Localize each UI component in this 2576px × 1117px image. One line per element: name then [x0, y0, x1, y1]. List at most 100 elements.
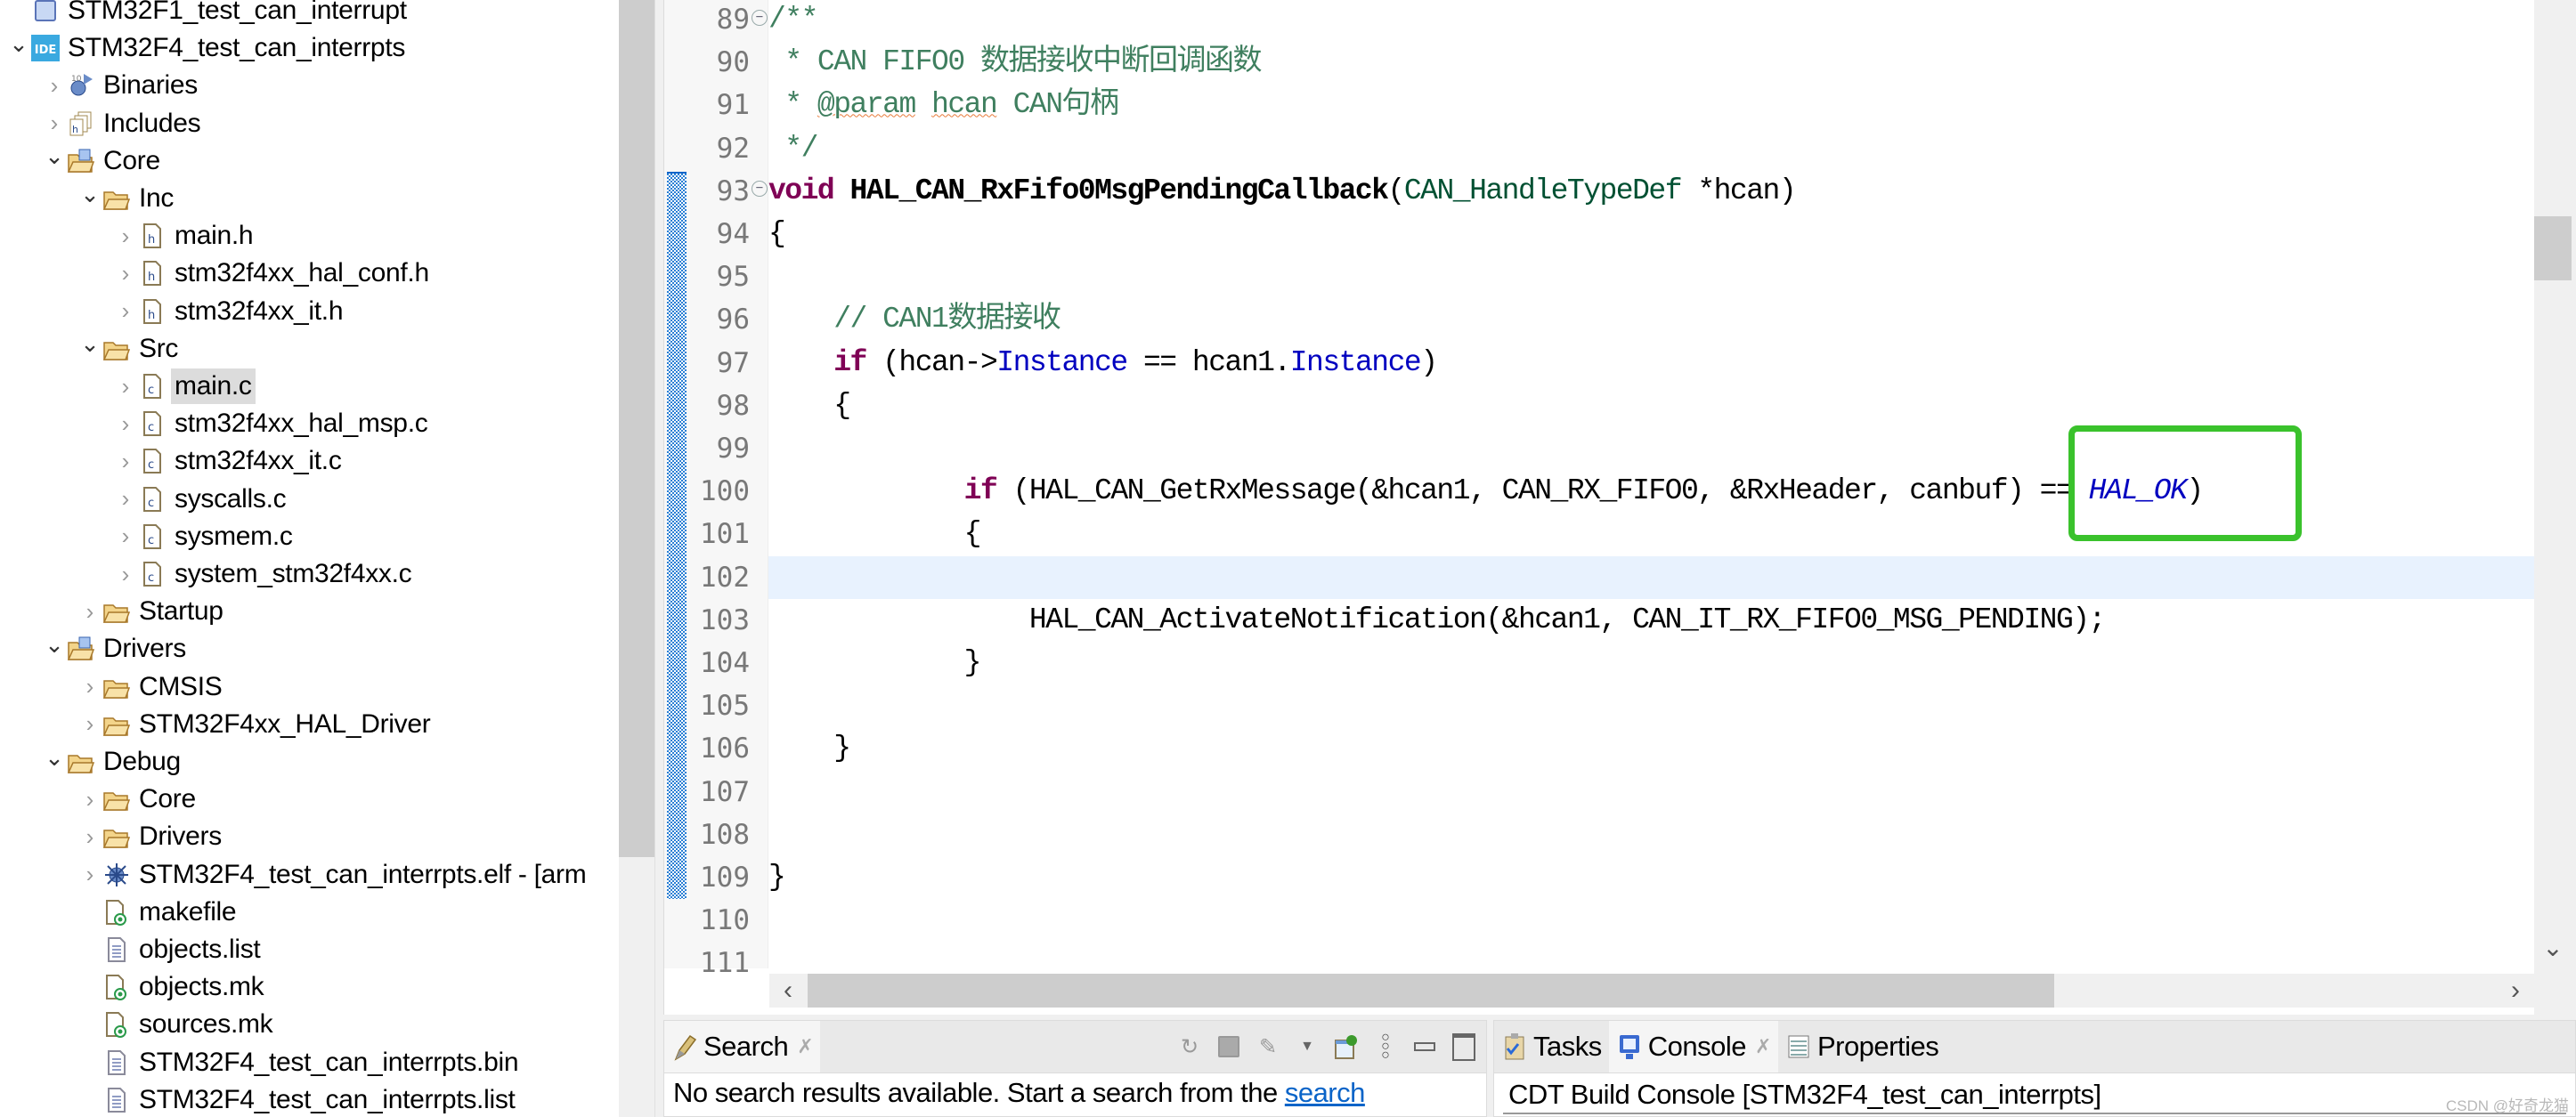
chevron-right-icon[interactable]: › — [78, 856, 102, 894]
tree-item[interactable]: makefile — [78, 894, 240, 931]
code-line[interactable]: { — [768, 213, 2534, 255]
code-line[interactable] — [768, 684, 2534, 727]
tree-item[interactable]: ⌄ IDE STM32F4_test_can_interrpts — [7, 29, 409, 67]
chevron-down-icon[interactable]: ⌄ — [43, 138, 66, 175]
code-line[interactable] — [768, 813, 2534, 856]
tree-item[interactable]: ⌄ Drivers — [43, 630, 190, 668]
code-line[interactable]: if (hcan->Instance == hcan1.Instance) — [768, 342, 2534, 384]
scroll-right-icon[interactable]: › — [2497, 974, 2534, 1008]
chevron-right-icon[interactable]: › — [114, 293, 137, 330]
close-icon[interactable]: ✗ — [797, 1035, 813, 1058]
code-line[interactable]: } — [768, 642, 2534, 684]
tree-item[interactable]: › c sysmem.c — [114, 518, 297, 555]
code-line[interactable] — [768, 771, 2534, 813]
tree-item[interactable]: STM32F4_test_can_interrpts.list — [78, 1081, 519, 1117]
code-line[interactable]: * CAN FIFO0 数据接收中断回调函数 — [768, 41, 2534, 84]
scroll-left-icon[interactable]: ‹ — [769, 974, 807, 1008]
chevron-down-icon[interactable]: ⌄ — [78, 175, 102, 213]
tree-item[interactable]: STM32F1_test_can_interrupt — [7, 0, 410, 29]
tree-item[interactable]: sources.mk — [78, 1006, 276, 1043]
scroll-down-icon[interactable]: ⌄ — [2534, 935, 2572, 961]
tree-item[interactable]: › Startup — [78, 593, 227, 630]
code-line[interactable] — [768, 942, 2534, 968]
code-line[interactable]: HAL_CAN_ActivateNotification(&hcan1, CAN… — [768, 599, 2534, 642]
chevron-right-icon[interactable]: › — [43, 67, 66, 104]
tree-item[interactable]: › c stm32f4xx_it.c — [114, 442, 345, 480]
minimize-icon[interactable] — [1411, 1032, 1438, 1062]
tab-properties[interactable]: Properties — [1778, 1021, 1946, 1072]
tree-item[interactable]: › c main.c — [114, 368, 256, 405]
search-dialog-link[interactable]: search — [1285, 1077, 1366, 1108]
chevron-right-icon[interactable]: › — [114, 368, 137, 405]
code-line[interactable]: // CAN1数据接收 — [768, 298, 2534, 341]
editor-hscroll-thumb[interactable] — [808, 974, 2054, 1008]
tab-tasks[interactable]: Tasks — [1494, 1021, 1609, 1072]
tree-item[interactable]: objects.mk — [78, 968, 267, 1006]
tree-item[interactable]: › STM32F4_test_can_interrpts.elf - [arm — [78, 856, 589, 894]
tree-item[interactable]: › h Includes — [43, 105, 204, 142]
code-line[interactable]: * @param hcan CAN句柄 — [768, 84, 2534, 126]
editor-horizontal-scrollbar[interactable]: ‹ › — [769, 974, 2534, 1008]
code-line[interactable]: void HAL_CAN_RxFifo0MsgPendingCallback(C… — [768, 170, 2534, 213]
chevron-right-icon[interactable]: › — [43, 105, 66, 142]
tree-item[interactable]: ⌄ Src — [78, 330, 182, 368]
tab-search[interactable]: Search ✗ — [664, 1021, 821, 1072]
tree-item[interactable]: › h main.h — [114, 217, 256, 255]
chevron-right-icon[interactable]: › — [78, 668, 102, 706]
tree-item[interactable]: › h stm32f4xx_it.h — [114, 293, 346, 330]
maximize-icon[interactable] — [1451, 1032, 1477, 1062]
code-line[interactable]: } — [768, 856, 2534, 899]
tree-item[interactable]: › Drivers — [78, 818, 225, 855]
chevron-down-icon[interactable]: ⌄ — [7, 25, 30, 62]
tree-item[interactable]: › CMSIS — [78, 668, 226, 706]
fold-collapse-icon[interactable]: − — [752, 9, 768, 26]
search-history-icon[interactable]: ✎ — [1255, 1032, 1281, 1062]
chevron-down-icon[interactable]: ⌄ — [43, 739, 66, 776]
tree-item[interactable]: › h stm32f4xx_hal_conf.h — [114, 255, 433, 292]
pin-icon[interactable] — [1333, 1032, 1360, 1062]
explorer-scrollbar-thumb[interactable] — [619, 0, 654, 857]
change-marker[interactable] — [667, 171, 687, 900]
chevron-right-icon[interactable]: › — [114, 405, 137, 442]
tree-item[interactable]: ⌄ Debug — [43, 743, 184, 781]
tab-console[interactable]: Console ✗ — [1608, 1021, 1778, 1072]
close-icon[interactable]: ✗ — [1755, 1035, 1771, 1058]
chevron-right-icon[interactable]: › — [114, 442, 137, 480]
code-line[interactable]: */ — [768, 127, 2534, 170]
refresh-icon[interactable]: ↻ — [1176, 1032, 1203, 1062]
chevron-right-icon[interactable]: › — [114, 217, 137, 255]
tree-item[interactable]: › c syscalls.c — [114, 481, 289, 518]
tree-item[interactable]: › c system_stm32f4xx.c — [114, 555, 415, 593]
tree-item[interactable]: ⌄ Inc — [78, 180, 177, 217]
tree-item[interactable]: STM32F4_test_can_interrpts.bin — [78, 1044, 522, 1081]
current-code-line[interactable] — [768, 555, 2534, 599]
chevron-down-icon[interactable]: ⌄ — [43, 626, 66, 663]
tree-item[interactable]: › STM32F4xx_HAL_Driver — [78, 706, 434, 743]
code-line[interactable] — [768, 899, 2534, 942]
tree-item[interactable]: objects.list — [78, 931, 264, 968]
tree-item[interactable]: › Core — [78, 781, 199, 818]
code-line[interactable]: /** — [768, 0, 2534, 41]
explorer-vertical-scrollbar[interactable] — [619, 0, 654, 1117]
chevron-down-icon[interactable]: ⌄ — [78, 326, 102, 363]
editor-vertical-scrollbar[interactable]: ⌄ — [2534, 0, 2576, 1015]
chevron-right-icon[interactable]: › — [114, 481, 137, 518]
stop-icon[interactable] — [1215, 1032, 1242, 1062]
chevron-right-icon[interactable]: › — [114, 255, 137, 292]
chevron-right-icon[interactable]: › — [78, 593, 102, 630]
fold-collapse-icon[interactable]: − — [752, 181, 768, 198]
view-menu-icon[interactable]: ○ ○ ○ — [1372, 1031, 1399, 1063]
chevron-right-icon[interactable]: › — [114, 518, 137, 555]
code-line[interactable] — [768, 255, 2534, 298]
tree-item[interactable]: › c stm32f4xx_hal_msp.c — [114, 405, 431, 442]
chevron-right-icon[interactable]: › — [78, 706, 102, 743]
chevron-right-icon[interactable]: › — [114, 555, 137, 593]
editor-vscroll-thumb[interactable] — [2534, 216, 2572, 280]
chevron-right-icon[interactable]: › — [78, 781, 102, 818]
chevron-right-icon[interactable]: › — [78, 818, 102, 855]
code-line[interactable]: { — [768, 384, 2534, 427]
tree-item[interactable]: › 10 Binaries — [43, 67, 201, 104]
tree-item[interactable]: ⌄ Core — [43, 142, 164, 180]
code-line[interactable]: } — [768, 727, 2534, 770]
dropdown-icon[interactable]: ▼ — [1294, 1032, 1321, 1062]
